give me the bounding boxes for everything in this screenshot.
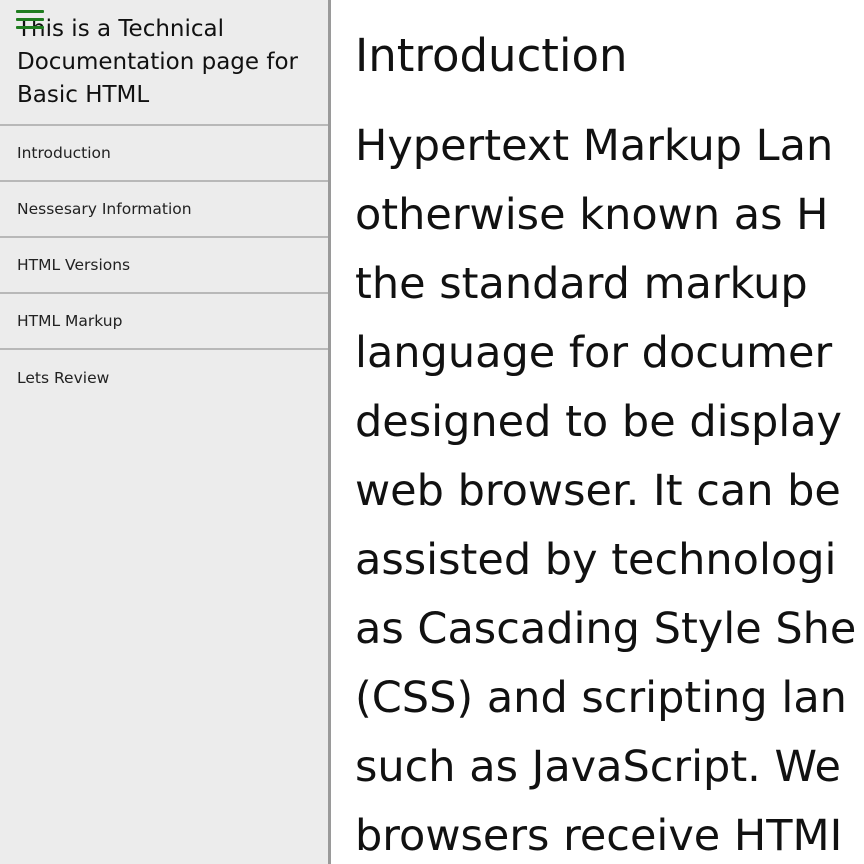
paragraph-line: the standard markup	[355, 259, 808, 309]
paragraph-line: browsers receive HTMI	[355, 811, 843, 861]
nav-link-html-versions[interactable]: HTML Versions	[0, 238, 328, 294]
paragraph-line: (CSS) and scripting lan	[355, 673, 847, 723]
nav-link-nessesary-information[interactable]: Nessesary Information	[0, 182, 328, 238]
paragraph-line: web browser. It can be	[355, 466, 841, 516]
nav-link-introduction[interactable]: Introduction	[0, 126, 328, 182]
paragraph-line: assisted by technologi	[355, 535, 837, 585]
main-content: Introduction Hypertext Markup Lan otherw…	[355, 0, 864, 864]
nav-list: Introduction Nessesary Information HTML …	[0, 126, 328, 406]
paragraph-line: Hypertext Markup Lan	[355, 121, 834, 171]
nav-link-lets-review[interactable]: Lets Review	[0, 350, 328, 406]
paragraph-line: such as JavaScript. We	[355, 742, 841, 792]
sidebar-title: This is a Technical Documentation page f…	[17, 16, 298, 108]
documentation-page: This is a Technical Documentation page f…	[0, 0, 864, 864]
paragraph-line: designed to be display	[355, 397, 843, 447]
paragraph-line: otherwise known as H	[355, 190, 829, 240]
sidebar-nav: This is a Technical Documentation page f…	[0, 0, 331, 864]
section-paragraph: Hypertext Markup Lan otherwise known as …	[355, 112, 864, 864]
nav-link-html-markup[interactable]: HTML Markup	[0, 294, 328, 350]
paragraph-line: as Cascading Style She	[355, 604, 857, 654]
hamburger-menu-icon[interactable]	[16, 10, 44, 32]
paragraph-line: language for documer	[355, 328, 833, 378]
section-title: Introduction	[355, 29, 628, 82]
sidebar-header: This is a Technical Documentation page f…	[0, 0, 328, 126]
